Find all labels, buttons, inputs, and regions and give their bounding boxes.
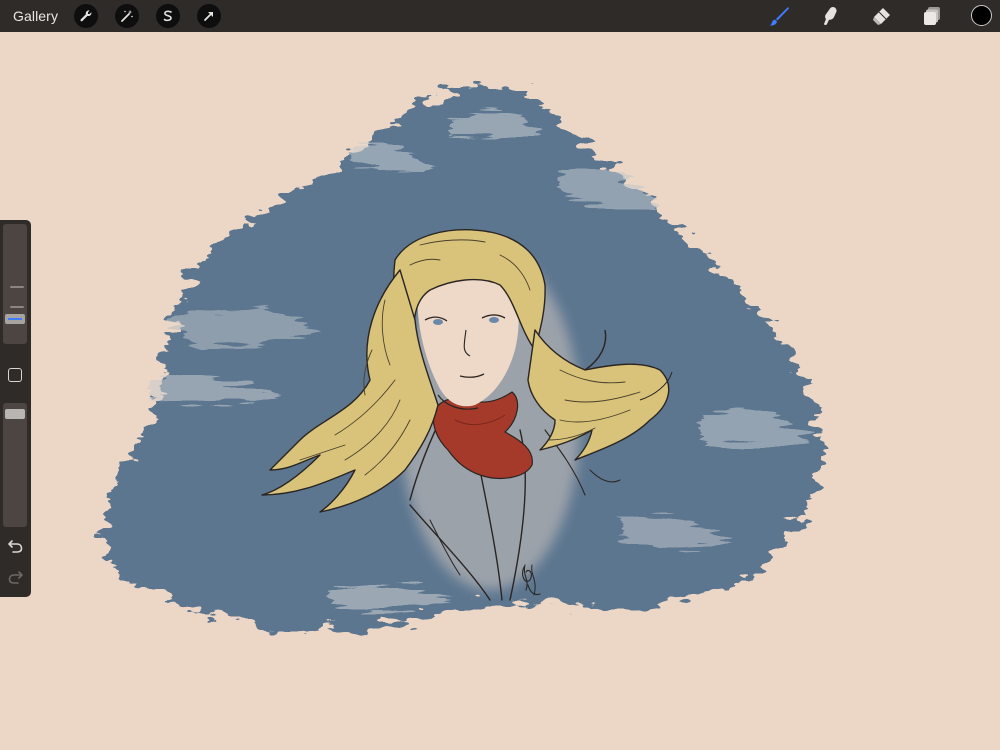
opacity-thumb[interactable]	[5, 409, 25, 419]
sidebar	[0, 220, 31, 597]
modify-button[interactable]	[8, 368, 22, 382]
eraser-icon	[873, 8, 890, 25]
smudge-tool-button[interactable]	[817, 3, 843, 29]
undo-icon[interactable]	[7, 538, 24, 555]
eraser-tool-button[interactable]	[868, 3, 894, 29]
brush-icon	[769, 7, 789, 26]
drawing-canvas[interactable]	[0, 32, 1000, 750]
opacity-slider[interactable]	[3, 403, 27, 527]
painting-tools	[0, 0, 1000, 32]
color-picker-button[interactable]	[971, 5, 992, 26]
size-tick	[10, 306, 24, 308]
size-tick	[10, 286, 24, 288]
brush-size-slider[interactable]	[3, 224, 27, 344]
redo-icon[interactable]	[7, 569, 24, 586]
smudge-icon	[824, 7, 837, 26]
brush-tool-button[interactable]	[766, 3, 792, 29]
layers-button[interactable]	[919, 3, 945, 29]
procreate-app: Gallery	[0, 0, 1000, 750]
brush-size-thumb[interactable]	[5, 314, 25, 324]
top-toolbar: Gallery	[0, 0, 1000, 32]
layers-icon	[924, 7, 940, 25]
artwork	[103, 84, 822, 633]
